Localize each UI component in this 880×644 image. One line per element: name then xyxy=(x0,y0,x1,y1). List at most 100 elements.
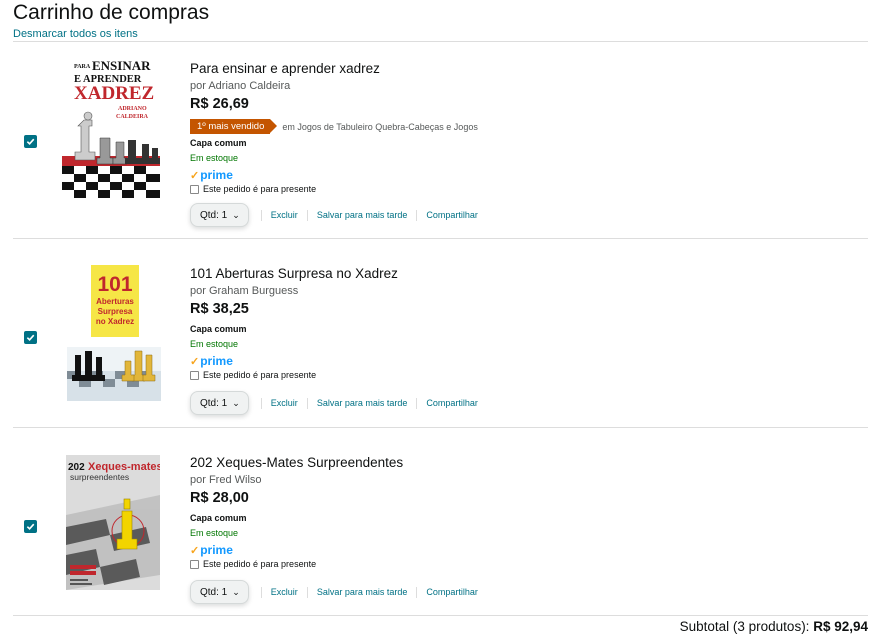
quantity-dropdown[interactable]: Qtd: 1 ⌄ xyxy=(190,203,249,227)
separator xyxy=(416,586,418,598)
product-price: R$ 26,69 xyxy=(190,96,249,112)
cover-text: XADREZ xyxy=(74,83,154,104)
item-actions: Qtd: 1 ⌄ Excluir Salvar para mais tarde C… xyxy=(190,203,478,227)
share-link[interactable]: Compartilhar xyxy=(426,587,478,597)
product-title-link[interactable]: 202 Xeques-Mates Surpreendentes xyxy=(190,455,403,470)
gift-label: Este pedido é para presente xyxy=(203,559,317,569)
gift-label: Este pedido é para presente xyxy=(203,370,317,380)
delete-link[interactable]: Excluir xyxy=(271,210,298,220)
gift-checkbox[interactable] xyxy=(190,184,199,194)
cover-text: 101 xyxy=(97,273,132,296)
separator xyxy=(260,209,262,221)
check-icon xyxy=(26,334,35,342)
item-details: Para ensinar e aprender xadrez por Adria… xyxy=(190,61,478,194)
subtotal-value: R$ 92,94 xyxy=(813,619,868,634)
separator xyxy=(416,397,418,409)
prime-badge: ✓ prime xyxy=(190,543,403,557)
product-price: R$ 38,25 xyxy=(190,301,249,317)
product-title-link[interactable]: Para ensinar e aprender xadrez xyxy=(190,61,478,76)
product-title-link[interactable]: 101 Aberturas Surpresa no Xadrez xyxy=(190,266,398,281)
bestseller-category-link[interactable]: em Jogos de Tabuleiro Quebra-Cabeças e J… xyxy=(282,122,477,132)
quantity-dropdown[interactable]: Qtd: 1 ⌄ xyxy=(190,391,249,415)
delete-link[interactable]: Excluir xyxy=(271,587,298,597)
chevron-down-icon: ⌄ xyxy=(232,209,240,220)
chevron-down-icon: ⌄ xyxy=(232,397,240,408)
book-cover-art: 202 Xeques-mates surpreendentes xyxy=(66,455,160,590)
book-cover-image[interactable]: 202 Xeques-mates surpreendentes xyxy=(66,455,160,590)
cover-text: Aberturas xyxy=(96,297,134,306)
gift-label: Este pedido é para presente xyxy=(203,184,317,194)
product-format: Capa comum xyxy=(190,324,247,334)
product-author: por Fred Wilso xyxy=(190,474,262,486)
bestseller-row: 1º mais vendido em Jogos de Tabuleiro Qu… xyxy=(190,119,478,134)
quantity-dropdown[interactable]: Qtd: 1 ⌄ xyxy=(190,580,249,604)
quantity-label: Qtd: 1 xyxy=(200,586,228,598)
cover-text: ENSINAR xyxy=(92,58,151,73)
share-link[interactable]: Compartilhar xyxy=(426,210,478,220)
prime-label: prime xyxy=(200,354,233,368)
item-details: 101 Aberturas Surpresa no Xadrez por Gra… xyxy=(190,266,398,380)
prime-label: prime xyxy=(200,543,233,557)
subtotal: Subtotal (3 produtos): R$ 92,94 xyxy=(680,619,868,634)
check-icon xyxy=(26,523,35,531)
separator xyxy=(306,397,308,409)
item-actions: Qtd: 1 ⌄ Excluir Salvar para mais tarde C… xyxy=(190,391,478,415)
item-select-checkbox[interactable] xyxy=(24,135,37,148)
cover-text: ADRIANO xyxy=(118,106,147,112)
cart-item: 202 Xeques-mates surpreendentes 202 Xequ… xyxy=(0,428,880,618)
product-format: Capa comum xyxy=(190,513,247,523)
product-format: Capa comum xyxy=(190,138,247,148)
stock-status: Em estoque xyxy=(190,528,239,538)
prime-label: prime xyxy=(200,168,233,182)
gift-option[interactable]: Este pedido é para presente xyxy=(190,184,478,194)
quantity-label: Qtd: 1 xyxy=(200,209,228,221)
cover-text: no Xadrez xyxy=(96,317,134,326)
gift-checkbox[interactable] xyxy=(190,370,199,380)
book-cover-art: PARA ENSINAR E APRENDER XADREZ ADRIANO C… xyxy=(62,58,160,198)
save-for-later-link[interactable]: Salvar para mais tarde xyxy=(317,210,408,220)
cover-text: PARA xyxy=(74,64,91,70)
bestseller-badge[interactable]: 1º mais vendido xyxy=(190,119,278,134)
separator xyxy=(306,586,308,598)
gift-option[interactable]: Este pedido é para presente xyxy=(190,559,403,569)
book-cover-art: 101 Aberturas Surpresa no Xadrez xyxy=(65,263,163,403)
prime-check-icon: ✓ xyxy=(190,544,200,557)
item-select-checkbox[interactable] xyxy=(24,520,37,533)
gift-checkbox[interactable] xyxy=(190,559,199,569)
save-for-later-link[interactable]: Salvar para mais tarde xyxy=(317,398,408,408)
cart-item: PARA ENSINAR E APRENDER XADREZ ADRIANO C… xyxy=(0,42,880,232)
book-cover-image[interactable]: 101 Aberturas Surpresa no Xadrez xyxy=(65,263,163,403)
cover-text: Surpresa xyxy=(98,307,133,316)
product-author: por Adriano Caldeira xyxy=(190,80,291,92)
gift-option[interactable]: Este pedido é para presente xyxy=(190,370,398,380)
separator xyxy=(416,209,418,221)
share-link[interactable]: Compartilhar xyxy=(426,398,478,408)
cart-title: Carrinho de compras xyxy=(13,1,210,24)
item-actions: Qtd: 1 ⌄ Excluir Salvar para mais tarde C… xyxy=(190,580,478,604)
divider xyxy=(13,615,868,616)
book-cover-image[interactable]: PARA ENSINAR E APRENDER XADREZ ADRIANO C… xyxy=(62,58,160,198)
cover-text: CALDEIRA xyxy=(116,114,149,120)
separator xyxy=(260,397,262,409)
deselect-all-link[interactable]: Desmarcar todos os itens xyxy=(13,28,138,40)
item-select-checkbox[interactable] xyxy=(24,331,37,344)
item-details: 202 Xeques-Mates Surpreendentes por Fred… xyxy=(190,455,403,569)
cart-item: 101 Aberturas Surpresa no Xadrez 101 Abe… xyxy=(0,239,880,429)
cover-text: surpreendentes xyxy=(70,472,129,482)
quantity-label: Qtd: 1 xyxy=(200,397,228,409)
prime-badge: ✓ prime xyxy=(190,354,398,368)
prime-badge: ✓ prime xyxy=(190,168,478,182)
product-price: R$ 28,00 xyxy=(190,490,249,506)
subtotal-label: Subtotal (3 produtos): xyxy=(679,619,810,634)
chevron-down-icon: ⌄ xyxy=(232,586,240,597)
stock-status: Em estoque xyxy=(190,153,239,163)
stock-status: Em estoque xyxy=(190,339,239,349)
product-author: por Graham Burguess xyxy=(190,285,299,297)
prime-check-icon: ✓ xyxy=(190,355,200,368)
separator xyxy=(306,209,308,221)
delete-link[interactable]: Excluir xyxy=(271,398,298,408)
check-icon xyxy=(26,138,35,146)
prime-check-icon: ✓ xyxy=(190,169,200,182)
separator xyxy=(260,586,262,598)
save-for-later-link[interactable]: Salvar para mais tarde xyxy=(317,587,408,597)
